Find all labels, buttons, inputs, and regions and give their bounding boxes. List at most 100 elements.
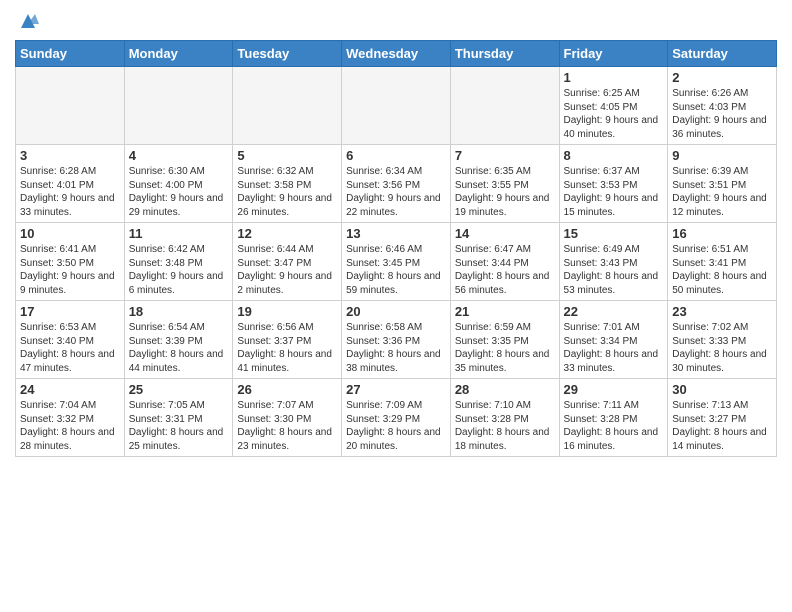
calendar-header-row: SundayMondayTuesdayWednesdayThursdayFrid… [16, 41, 777, 67]
calendar-day-empty [450, 67, 559, 145]
day-info: Sunrise: 6:37 AM Sunset: 3:53 PM Dayligh… [564, 165, 664, 219]
day-info: Sunrise: 7:10 AM Sunset: 3:28 PM Dayligh… [455, 399, 555, 453]
day-info: Sunrise: 7:02 AM Sunset: 3:33 PM Dayligh… [672, 321, 772, 375]
day-number: 3 [20, 148, 120, 163]
day-number: 26 [237, 382, 337, 397]
calendar-table: SundayMondayTuesdayWednesdayThursdayFrid… [15, 40, 777, 457]
day-info: Sunrise: 6:35 AM Sunset: 3:55 PM Dayligh… [455, 165, 555, 219]
day-number: 29 [564, 382, 664, 397]
calendar-day-21: 21 Sunrise: 6:59 AM Sunset: 3:35 PM Dayli… [450, 301, 559, 379]
calendar-header-sunday: Sunday [16, 41, 125, 67]
calendar-day-28: 28 Sunrise: 7:10 AM Sunset: 3:28 PM Dayli… [450, 379, 559, 457]
day-number: 19 [237, 304, 337, 319]
calendar-day-1: 1Sunrise: 6:25 AM Sunset: 4:05 PM Daylig… [559, 67, 668, 145]
calendar-day-29: 29 Sunrise: 7:11 AM Sunset: 3:28 PM Dayli… [559, 379, 668, 457]
calendar-day-13: 13 Sunrise: 6:46 AM Sunset: 3:45 PM Dayli… [342, 223, 451, 301]
calendar-day-19: 19 Sunrise: 6:56 AM Sunset: 3:37 PM Dayli… [233, 301, 342, 379]
day-info: Sunrise: 7:05 AM Sunset: 3:31 PM Dayligh… [129, 399, 229, 453]
day-number: 15 [564, 226, 664, 241]
calendar-week-1: 3Sunrise: 6:28 AM Sunset: 4:01 PM Daylig… [16, 145, 777, 223]
day-number: 20 [346, 304, 446, 319]
day-info: Sunrise: 6:56 AM Sunset: 3:37 PM Dayligh… [237, 321, 337, 375]
calendar-day-14: 14 Sunrise: 6:47 AM Sunset: 3:44 PM Dayli… [450, 223, 559, 301]
calendar-header-friday: Friday [559, 41, 668, 67]
day-info: Sunrise: 6:47 AM Sunset: 3:44 PM Dayligh… [455, 243, 555, 297]
calendar-day-4: 4Sunrise: 6:30 AM Sunset: 4:00 PM Daylig… [124, 145, 233, 223]
day-info: Sunrise: 7:04 AM Sunset: 3:32 PM Dayligh… [20, 399, 120, 453]
calendar-week-2: 10 Sunrise: 6:41 AM Sunset: 3:50 PM Dayli… [16, 223, 777, 301]
day-number: 8 [564, 148, 664, 163]
day-info: Sunrise: 6:53 AM Sunset: 3:40 PM Dayligh… [20, 321, 120, 375]
logo-icon [17, 10, 39, 32]
calendar-day-empty [342, 67, 451, 145]
calendar-header-wednesday: Wednesday [342, 41, 451, 67]
day-info: Sunrise: 6:51 AM Sunset: 3:41 PM Dayligh… [672, 243, 772, 297]
day-number: 10 [20, 226, 120, 241]
day-number: 12 [237, 226, 337, 241]
day-number: 21 [455, 304, 555, 319]
day-info: Sunrise: 6:25 AM Sunset: 4:05 PM Dayligh… [564, 87, 664, 141]
day-info: Sunrise: 7:09 AM Sunset: 3:29 PM Dayligh… [346, 399, 446, 453]
day-number: 17 [20, 304, 120, 319]
day-number: 14 [455, 226, 555, 241]
calendar-day-26: 26 Sunrise: 7:07 AM Sunset: 3:30 PM Dayli… [233, 379, 342, 457]
day-number: 18 [129, 304, 229, 319]
calendar-day-27: 27 Sunrise: 7:09 AM Sunset: 3:29 PM Dayli… [342, 379, 451, 457]
calendar-day-22: 22 Sunrise: 7:01 AM Sunset: 3:34 PM Dayli… [559, 301, 668, 379]
calendar-week-4: 24 Sunrise: 7:04 AM Sunset: 3:32 PM Dayli… [16, 379, 777, 457]
day-info: Sunrise: 7:07 AM Sunset: 3:30 PM Dayligh… [237, 399, 337, 453]
day-number: 25 [129, 382, 229, 397]
day-number: 24 [20, 382, 120, 397]
calendar-day-8: 8 Sunrise: 6:37 AM Sunset: 3:53 PM Daylig… [559, 145, 668, 223]
calendar-day-20: 20 Sunrise: 6:58 AM Sunset: 3:36 PM Dayli… [342, 301, 451, 379]
day-info: Sunrise: 6:32 AM Sunset: 3:58 PM Dayligh… [237, 165, 337, 219]
day-info: Sunrise: 7:11 AM Sunset: 3:28 PM Dayligh… [564, 399, 664, 453]
day-info: Sunrise: 6:34 AM Sunset: 3:56 PM Dayligh… [346, 165, 446, 219]
calendar-header-monday: Monday [124, 41, 233, 67]
calendar-day-18: 18Sunrise: 6:54 AM Sunset: 3:39 PM Dayli… [124, 301, 233, 379]
day-info: Sunrise: 6:49 AM Sunset: 3:43 PM Dayligh… [564, 243, 664, 297]
logo [15, 10, 39, 32]
day-info: Sunrise: 6:39 AM Sunset: 3:51 PM Dayligh… [672, 165, 772, 219]
day-info: Sunrise: 6:42 AM Sunset: 3:48 PM Dayligh… [129, 243, 229, 297]
calendar-day-3: 3Sunrise: 6:28 AM Sunset: 4:01 PM Daylig… [16, 145, 125, 223]
calendar-day-16: 16Sunrise: 6:51 AM Sunset: 3:41 PM Dayli… [668, 223, 777, 301]
calendar-header-thursday: Thursday [450, 41, 559, 67]
day-info: Sunrise: 7:13 AM Sunset: 3:27 PM Dayligh… [672, 399, 772, 453]
day-number: 2 [672, 70, 772, 85]
day-info: Sunrise: 7:01 AM Sunset: 3:34 PM Dayligh… [564, 321, 664, 375]
calendar-header-saturday: Saturday [668, 41, 777, 67]
day-info: Sunrise: 6:30 AM Sunset: 4:00 PM Dayligh… [129, 165, 229, 219]
calendar-day-11: 11 Sunrise: 6:42 AM Sunset: 3:48 PM Dayli… [124, 223, 233, 301]
calendar-day-30: 30 Sunrise: 7:13 AM Sunset: 3:27 PM Dayli… [668, 379, 777, 457]
calendar-day-23: 23Sunrise: 7:02 AM Sunset: 3:33 PM Dayli… [668, 301, 777, 379]
page: SundayMondayTuesdayWednesdayThursdayFrid… [0, 0, 792, 612]
calendar-day-9: 9 Sunrise: 6:39 AM Sunset: 3:51 PM Daylig… [668, 145, 777, 223]
calendar-day-24: 24 Sunrise: 7:04 AM Sunset: 3:32 PM Dayli… [16, 379, 125, 457]
day-info: Sunrise: 6:44 AM Sunset: 3:47 PM Dayligh… [237, 243, 337, 297]
calendar-week-0: 1Sunrise: 6:25 AM Sunset: 4:05 PM Daylig… [16, 67, 777, 145]
calendar-day-25: 25 Sunrise: 7:05 AM Sunset: 3:31 PM Dayli… [124, 379, 233, 457]
day-number: 9 [672, 148, 772, 163]
day-info: Sunrise: 6:41 AM Sunset: 3:50 PM Dayligh… [20, 243, 120, 297]
day-info: Sunrise: 6:26 AM Sunset: 4:03 PM Dayligh… [672, 87, 772, 141]
calendar-day-empty [124, 67, 233, 145]
day-number: 27 [346, 382, 446, 397]
calendar-day-2: 2 Sunrise: 6:26 AM Sunset: 4:03 PM Daylig… [668, 67, 777, 145]
calendar-week-3: 17 Sunrise: 6:53 AM Sunset: 3:40 PM Dayli… [16, 301, 777, 379]
calendar-day-6: 6Sunrise: 6:34 AM Sunset: 3:56 PM Daylig… [342, 145, 451, 223]
day-number: 13 [346, 226, 446, 241]
day-number: 28 [455, 382, 555, 397]
day-info: Sunrise: 6:46 AM Sunset: 3:45 PM Dayligh… [346, 243, 446, 297]
day-info: Sunrise: 6:58 AM Sunset: 3:36 PM Dayligh… [346, 321, 446, 375]
calendar-day-empty [233, 67, 342, 145]
day-number: 11 [129, 226, 229, 241]
calendar-day-17: 17 Sunrise: 6:53 AM Sunset: 3:40 PM Dayli… [16, 301, 125, 379]
calendar-day-5: 5 Sunrise: 6:32 AM Sunset: 3:58 PM Daylig… [233, 145, 342, 223]
day-number: 30 [672, 382, 772, 397]
header [15, 10, 777, 32]
calendar-header-tuesday: Tuesday [233, 41, 342, 67]
day-info: Sunrise: 6:59 AM Sunset: 3:35 PM Dayligh… [455, 321, 555, 375]
day-number: 5 [237, 148, 337, 163]
day-number: 22 [564, 304, 664, 319]
